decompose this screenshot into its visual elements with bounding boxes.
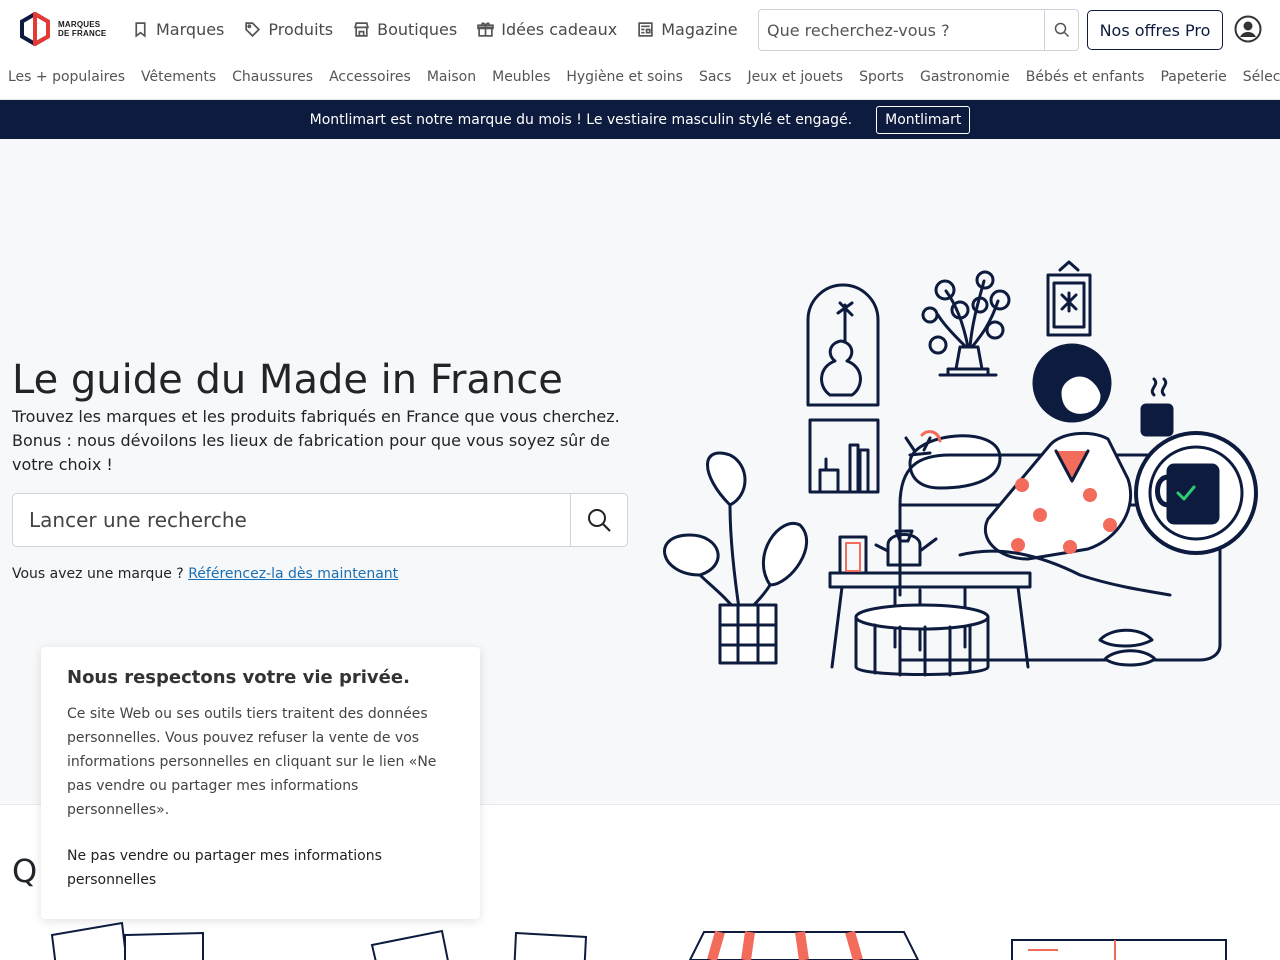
header-search-input[interactable] — [759, 10, 1044, 50]
category-link[interactable]: Vêtements — [141, 69, 216, 91]
nav-idees-cadeaux-label: Idées cadeaux — [501, 19, 618, 39]
banner-text: Montlimart est notre marque du mois ! Le… — [309, 111, 853, 128]
brand-referral: Vous avez une marque ? Référencez-la dès… — [12, 566, 398, 582]
category-link[interactable]: Accessoires — [329, 69, 411, 91]
hero-illustration — [663, 260, 1258, 677]
category-link[interactable]: Sélec — [1243, 69, 1280, 91]
nav-idees-cadeaux[interactable]: Idées cadeaux — [477, 20, 617, 39]
privacy-title: Nous respectons votre vie privée. — [67, 667, 410, 688]
nav-produits[interactable]: Produits — [244, 20, 333, 39]
banner-brand-button[interactable]: Montlimart — [876, 105, 971, 134]
privacy-body: Ce site Web ou ses outils tiers traitent… — [67, 706, 437, 818]
privacy-optout-link[interactable]: Ne pas vendre ou partager mes informatio… — [67, 844, 454, 892]
brand-prompt: Vous avez une marque ? — [12, 566, 184, 582]
search-icon — [588, 509, 611, 532]
header-search — [758, 9, 1079, 51]
search-icon — [1054, 22, 1069, 38]
tag-icon — [245, 21, 261, 37]
nav-boutiques[interactable]: Boutiques — [353, 20, 457, 39]
nav-produits-label: Produits — [268, 19, 334, 39]
section-heading: Q — [12, 852, 38, 890]
nav-magazine[interactable]: Magazine — [637, 19, 738, 39]
header-search-button[interactable] — [1044, 10, 1078, 50]
privacy-popup: Nous respectons votre vie privée. Ce sit… — [41, 647, 480, 919]
hero-subtitle: Trouvez les marques et les produits fabr… — [12, 407, 620, 474]
nav-marques-label: Marques — [156, 19, 225, 39]
account-icon[interactable] — [1234, 15, 1262, 43]
gift-icon — [477, 21, 495, 37]
category-link[interactable]: Hygiène et soins — [566, 69, 683, 91]
hero-search-button[interactable] — [570, 494, 627, 546]
hero-title: Le guide du Made in France — [12, 357, 563, 403]
category-link[interactable]: Les + populaires — [8, 69, 125, 91]
nav-marques[interactable]: Marques — [132, 20, 224, 39]
category-link[interactable]: Sacs — [699, 69, 731, 91]
hero-search-input[interactable] — [13, 494, 570, 546]
pro-offers-button[interactable]: Nos offres Pro — [1087, 10, 1223, 50]
category-link[interactable]: Papeterie — [1160, 69, 1226, 91]
top-navbar: MARQUES DE FRANCE Marques Produits Bouti… — [0, 0, 1280, 100]
main-nav: Marques Produits Boutiques Idées cadeaux… — [132, 10, 738, 48]
category-illustrations — [50, 921, 1227, 960]
brand-referral-link[interactable]: Référencez-la dès maintenant — [188, 566, 398, 582]
category-link[interactable]: Chaussures — [232, 69, 313, 91]
bookmark-icon — [135, 21, 146, 38]
logo-wordmark: MARQUES DE FRANCE — [58, 20, 107, 38]
nav-boutiques-label: Boutiques — [377, 19, 458, 39]
category-link[interactable]: Bébés et enfants — [1026, 69, 1145, 91]
newspaper-icon — [638, 21, 653, 37]
nav-magazine-label: Magazine — [661, 19, 738, 39]
brand-logo[interactable]: MARQUES DE FRANCE — [12, 8, 112, 50]
category-link[interactable]: Gastronomie — [920, 69, 1010, 91]
category-link[interactable]: Jeux et jouets — [747, 69, 843, 91]
category-bar: Les + populaires Vêtements Chaussures Ac… — [8, 69, 1280, 91]
hexagon-logo-icon — [20, 12, 50, 46]
category-link[interactable]: Sports — [859, 69, 904, 91]
store-icon — [354, 21, 370, 37]
brand-of-month-banner: Montlimart est notre marque du mois ! Le… — [0, 100, 1280, 139]
category-link[interactable]: Maison — [427, 69, 476, 91]
hero-search — [12, 493, 628, 547]
category-link[interactable]: Meubles — [492, 69, 550, 91]
